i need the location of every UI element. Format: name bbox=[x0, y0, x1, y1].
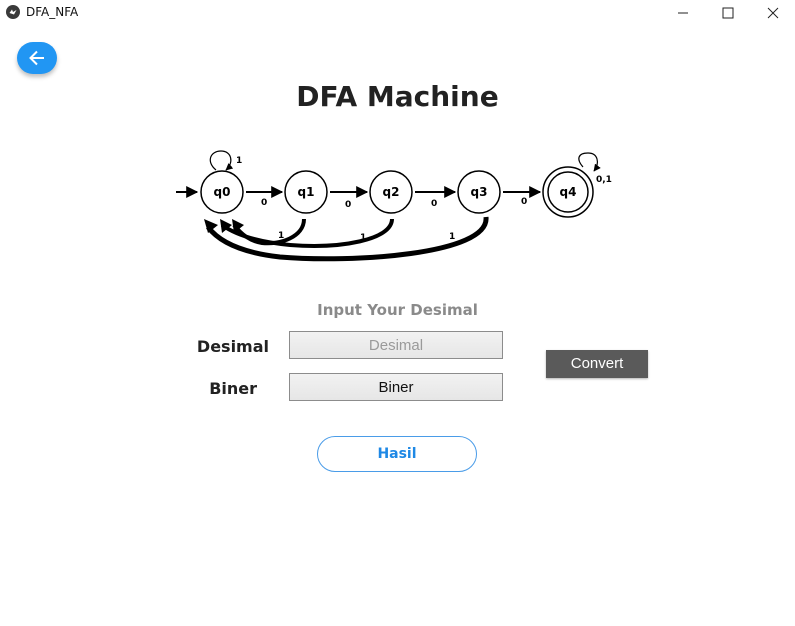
state-q3: q3 bbox=[457, 170, 501, 214]
biner-output-field[interactable] bbox=[289, 373, 503, 401]
svg-text:q2: q2 bbox=[383, 185, 400, 199]
minimize-icon bbox=[678, 12, 688, 14]
hasil-button[interactable]: Hasil bbox=[317, 436, 477, 472]
window-title: DFA_NFA bbox=[26, 5, 79, 19]
label-q3-q4: 0 bbox=[521, 197, 527, 207]
svg-text:q4: q4 bbox=[560, 185, 577, 199]
desimal-label: Desimal bbox=[196, 337, 269, 356]
transition-q1-q0 bbox=[232, 218, 306, 246]
close-icon bbox=[767, 7, 779, 19]
minimize-button[interactable] bbox=[661, 0, 705, 26]
maximize-button[interactable] bbox=[706, 0, 750, 26]
page-title: DFA Machine bbox=[296, 80, 499, 113]
state-q4-accepting: q4 bbox=[542, 166, 594, 218]
svg-text:q0: q0 bbox=[214, 185, 231, 199]
kivy-logo-icon bbox=[6, 5, 20, 19]
state-q1: q1 bbox=[284, 170, 328, 214]
self-loop-q4 bbox=[578, 152, 601, 172]
biner-label: Biner bbox=[209, 379, 257, 398]
transition-q2-q0 bbox=[220, 218, 394, 248]
desimal-input[interactable] bbox=[289, 331, 503, 359]
convert-button[interactable]: Convert bbox=[546, 350, 648, 378]
dfa-diagram: q0 q1 q2 q3 q4 1 0,1 0 0 0 0 1 1 1 bbox=[176, 150, 612, 262]
self-loop-q0 bbox=[209, 150, 234, 171]
label-q0-loop: 1 bbox=[236, 156, 242, 166]
window-titlebar: DFA_NFA bbox=[0, 0, 795, 26]
maximize-icon bbox=[722, 7, 734, 19]
state-q2: q2 bbox=[369, 170, 413, 214]
label-q1-back: 1 bbox=[278, 231, 284, 241]
arrow-left-icon bbox=[29, 50, 44, 66]
back-button[interactable] bbox=[17, 42, 57, 74]
input-subtitle: Input Your Desimal bbox=[317, 301, 478, 319]
svg-text:q3: q3 bbox=[471, 185, 488, 199]
label-q2-q3: 0 bbox=[431, 199, 437, 209]
label-q2-back: 1 bbox=[360, 233, 366, 243]
close-button[interactable] bbox=[751, 0, 795, 26]
label-q1-q2: 0 bbox=[345, 200, 351, 210]
state-q0: q0 bbox=[200, 170, 244, 214]
label-q0-q1: 0 bbox=[261, 198, 267, 208]
label-q4-loop: 0,1 bbox=[596, 175, 612, 185]
svg-text:q1: q1 bbox=[298, 185, 315, 199]
label-q3-back: 1 bbox=[449, 232, 455, 242]
